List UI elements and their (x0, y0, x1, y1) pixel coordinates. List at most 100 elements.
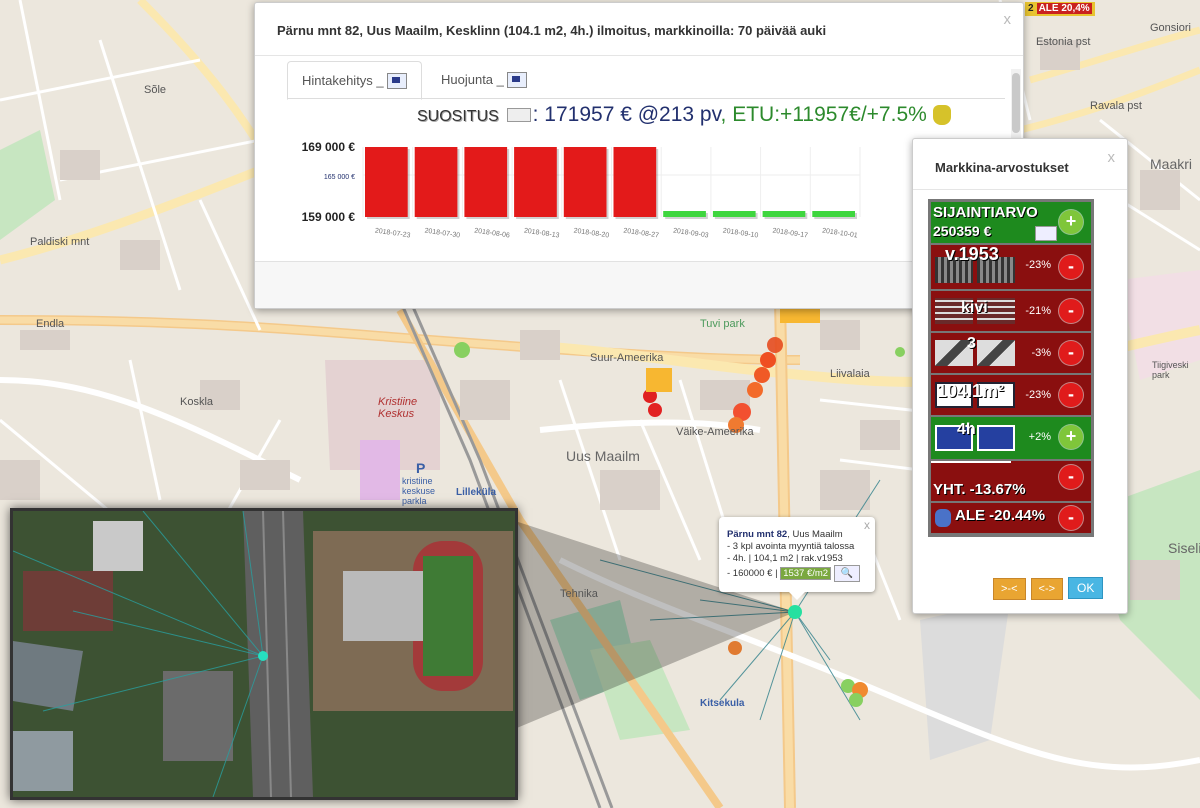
map-label-endla: Endla (36, 318, 65, 330)
map-label-liivalaia: Liivalaia (830, 368, 870, 380)
rooms-icon (935, 425, 1019, 451)
tooltip-address: Pärnu mnt 82, Uus Maailm (727, 529, 867, 541)
map-label-gonsiori: Gonsiori (1150, 22, 1191, 34)
location-label: SIJAINTIARVO (933, 204, 1038, 221)
x-tick-label: 2018-08-13 (523, 228, 560, 240)
bar (663, 211, 706, 217)
x-tick-label: 2018-07-23 (374, 228, 411, 240)
x-tick-label: 2018-09-17 (772, 228, 809, 240)
bar (514, 147, 557, 217)
tooltip-line-2: - 4h. | 104,1 m2 | rak.v1953 (727, 553, 843, 564)
bar (762, 211, 806, 217)
material-label: kivi (961, 299, 988, 316)
rooms-plus-button[interactable]: + (1059, 425, 1083, 449)
map-label-lillekula: Lilleküla (456, 487, 497, 498)
year-minus-button[interactable]: - (1059, 255, 1083, 279)
x-tick-label: 2018-08-06 (474, 228, 511, 240)
map-label-tuvi-park: Tuvi park (700, 318, 745, 330)
map-label-parkla: kristiine keskuse parkla (402, 476, 436, 506)
sale-minus-button[interactable]: - (1059, 506, 1083, 530)
zoom-icon[interactable]: 🔍 (833, 565, 860, 582)
sale-label: ALE -20.44% (955, 507, 1046, 524)
valuation-row-year: v.1953 -23% - (931, 244, 1091, 289)
x-tick-label: 2018-07-30 (424, 228, 461, 240)
map-label-tiigiveski: Tiigiveski park (1152, 360, 1189, 380)
map-label-koskla: Koskla (180, 396, 214, 408)
hand-icon (935, 509, 951, 527)
popup-title: Pärnu mnt 82, Uus Maailm, Kesklinn (104.… (277, 23, 827, 38)
tooltip-line-1: - 3 kpl avointa myyntiä talossa (727, 541, 855, 552)
map-label-ravala: Ravala pst (1090, 100, 1142, 112)
valuation-popup-title: Markkina-arvostukset (935, 160, 1069, 175)
tab-hintakehitys-label: Hintakehitys _ (302, 73, 384, 88)
map-label-sole: Sõle (144, 84, 167, 96)
map-label-tehnika: Tehnika (560, 588, 598, 600)
valuation-row-material: kivi -21% - (931, 291, 1091, 331)
tab-hintakehitys[interactable]: Hintakehitys _ (287, 61, 422, 100)
bar (613, 147, 657, 217)
tooltip-close-button[interactable]: x (864, 519, 870, 531)
year-label: v.1953 (945, 244, 999, 264)
total-minus-button[interactable]: - (1059, 465, 1083, 489)
map-label-uus-maailm: Uus Maailm (566, 448, 640, 464)
valuation-popup[interactable]: Markkina-arvostukset x SIJAINTIARVO 2503… (912, 138, 1128, 614)
location-plus-button[interactable]: + (1059, 210, 1083, 234)
aerial-inset[interactable] (10, 508, 518, 800)
print-icon[interactable] (506, 71, 527, 88)
ok-button[interactable]: OK (1068, 577, 1104, 599)
tab-divider (287, 98, 1005, 99)
price-history-popup[interactable]: Pärnu mnt 82, Uus Maailm, Kesklinn (104.… (254, 2, 1031, 309)
popup-footer: >- (255, 261, 1031, 308)
suositus-value: : 171957 € @213 pv (532, 103, 721, 126)
expand-button[interactable]: <-> (1030, 578, 1064, 600)
valuation-panel: SIJAINTIARVO 250359 € + v.1953 -23% - ki… (928, 199, 1094, 537)
y-tick-label: 169 000 € (302, 140, 356, 154)
etu-value: , ETU:+11957€/+7.5% (720, 103, 927, 126)
aerial-photo (13, 511, 515, 797)
valuation-row-rooms: 4h +2% + (931, 417, 1091, 459)
tooltip-price-per-m2: 1537 €/m2 (780, 567, 832, 581)
tooltip-address-bold: Pärnu mnt 82 (727, 529, 788, 540)
price-chart: 169 000 € 165 000 € 159 000 € 2018-07-23 201… (302, 140, 861, 240)
x-tick-label: 2018-09-10 (722, 228, 759, 240)
bar (464, 147, 508, 217)
tooltip-price: - 160000 € | (727, 568, 778, 580)
scrollbar-thumb[interactable] (1012, 73, 1020, 133)
bar (563, 147, 607, 217)
x-tick-label: 2018-09-03 (673, 228, 710, 240)
y-tick-label: 159 000 € (302, 210, 356, 224)
suositus-label: SUOSITUS (417, 108, 499, 125)
sale-badge[interactable]: 2 ALE 20,4% (1025, 2, 1095, 16)
collapse-button[interactable]: >-< (993, 578, 1026, 600)
map-label-maakri: Maakri (1150, 156, 1193, 172)
floor-minus-button[interactable]: - (1059, 341, 1083, 365)
area-pct: -23% (1025, 389, 1051, 401)
x-tick-label: 2018-08-20 (573, 228, 610, 240)
print-icon[interactable] (1035, 226, 1057, 241)
location-value: 250359 € (933, 223, 992, 239)
map-label-parking: P (416, 460, 426, 476)
floor-label: 3 (967, 335, 976, 352)
area-minus-button[interactable]: - (1059, 383, 1083, 407)
bar (414, 147, 458, 217)
rooms-pct: +2% (1028, 431, 1051, 443)
tab-huojunta[interactable]: Huojunta _ (427, 61, 541, 98)
total-label: YHT. -13.67% (933, 481, 1026, 498)
valuation-divider (913, 189, 1127, 190)
map-label-estonia: Estonia pst (1036, 36, 1091, 48)
print-icon[interactable] (386, 72, 407, 89)
valuation-row-total: YHT. -13.67% - (931, 461, 1091, 501)
material-pct: -21% (1025, 305, 1051, 317)
bar (812, 211, 855, 217)
x-tick-label: 2018-10-01 (822, 228, 859, 240)
floor-pct: -3% (1031, 347, 1051, 359)
map-label-paldiski: Paldiski mnt (30, 236, 90, 248)
x-tick-label: 2018-08-27 (623, 228, 660, 240)
valuation-popup-close-button[interactable]: x (1108, 149, 1116, 166)
bar (365, 147, 408, 217)
material-minus-button[interactable]: - (1059, 299, 1083, 323)
listing-tooltip[interactable]: x Pärnu mnt 82, Uus Maailm - 3 kpl avoin… (719, 517, 875, 600)
price-popup-close-button[interactable]: x (1004, 11, 1012, 28)
y-tick-label: 165 000 € (324, 174, 355, 181)
magnify-icon[interactable] (506, 108, 531, 123)
